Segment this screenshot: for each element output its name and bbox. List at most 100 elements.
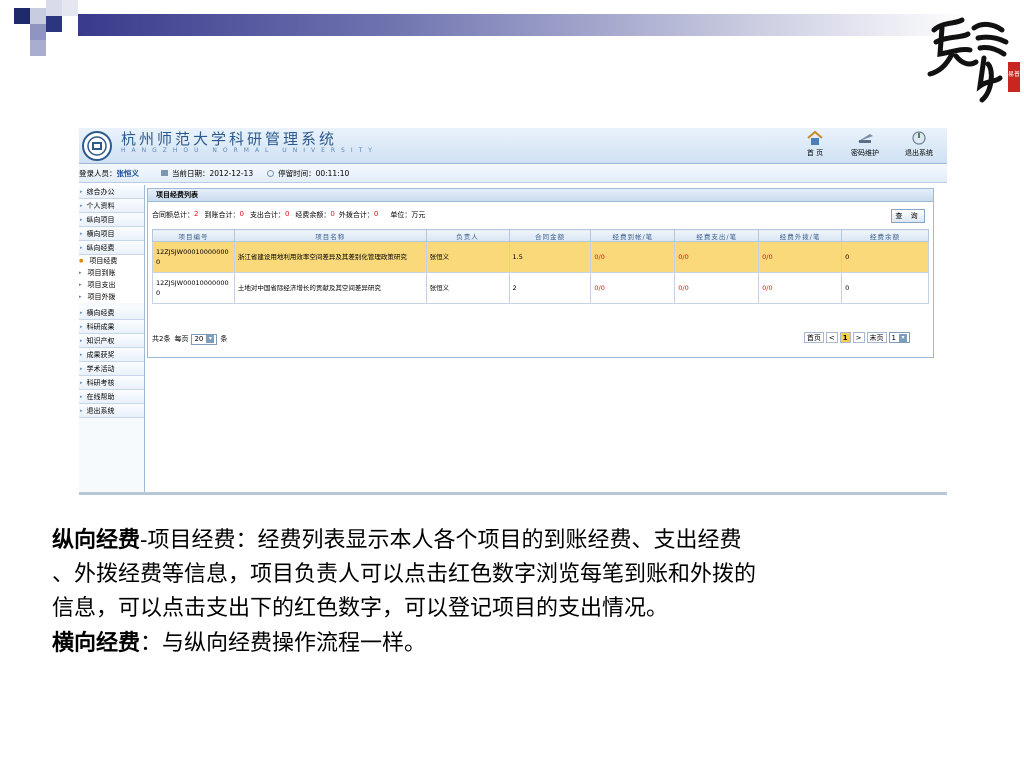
table-header-row: 项目编号 项目名称 负责人 合同金额 经费到帐/笔 经费支出/笔 经费外拨/笔 … (152, 229, 929, 242)
home-icon (807, 130, 823, 145)
sidebar-item[interactable]: 退出系统 (79, 404, 144, 418)
nav-password-label: 密码维护 (851, 149, 879, 157)
next-page-button[interactable]: > (852, 332, 865, 343)
info-bar: 登录人员： 张恒义 当前日期： 2012-12-13 停留时间： 00:11:1… (79, 164, 947, 183)
query-button[interactable]: 查 询 (891, 209, 925, 223)
bullet-icon: ● (79, 258, 84, 264)
pagination-bar: 共2条 每页 20 ▾ 条 首页 < 1 > 末页 1 ▾ (152, 332, 929, 346)
caption-text: ：与纵向经费操作流程一样。 (140, 631, 427, 656)
sidebar-item[interactable]: 横向经费 (79, 306, 144, 320)
sidebar-item[interactable]: 学术活动 (79, 362, 144, 376)
sidebar-item[interactable]: 科研成果 (79, 320, 144, 334)
system-title: 杭州师范大学科研管理系统 (121, 130, 338, 148)
sidebar-subitem[interactable]: ● 项目经费 (79, 255, 144, 267)
column-header: 合同金额 (508, 229, 592, 242)
sidebar-item[interactable]: 纵向项目 (79, 213, 144, 227)
sidebar-subitem-label: 项目支出 (87, 281, 116, 289)
nav-home[interactable]: 首 页 (806, 130, 824, 158)
sidebar-item[interactable]: 纵向经费 (79, 241, 144, 255)
funding-summary: 合同额总计： 2 到账合计： 0 支出合计： 0 经费余额： 0 外拨合计： 0… (152, 210, 425, 220)
project-id: 12ZJSJW000100000000 (152, 241, 235, 273)
total-count: 共2条 (152, 335, 171, 343)
calendar-icon (161, 170, 168, 176)
column-header: 经费支出/笔 (674, 229, 760, 242)
deco-square (46, 16, 62, 32)
project-leader: 张恒义 (425, 241, 510, 273)
page-select[interactable]: 1 ▾ (888, 332, 910, 343)
contract-label: 合同额总计： (152, 211, 194, 219)
out-link[interactable]: 0/0 (758, 241, 843, 273)
chevron-down-icon: ▾ (206, 335, 215, 343)
caption-line: 纵向经费-项目经费：经费列表显示本人各个项目的到账经费、支出经费 (52, 523, 972, 558)
stay-label: 停留时间： (278, 168, 316, 178)
nav-home-label: 首 页 (806, 149, 824, 157)
sidebar-subitem-label: 项目外拨 (87, 293, 116, 301)
page-select-value: 1 (891, 333, 896, 342)
current-page[interactable]: 1 (839, 332, 851, 343)
caption-bold-term: 纵向经费 (52, 527, 141, 553)
arrive-link[interactable]: 0/0 (590, 241, 676, 273)
sidebar-item[interactable]: 知识产权 (79, 334, 144, 348)
balance-label: 经费余额： (295, 211, 331, 219)
deco-square (30, 8, 46, 24)
stay-info: 停留时间： 00:11:10 (267, 168, 349, 179)
deco-square (30, 40, 46, 56)
table-row[interactable]: 12ZJSJW000100000000 土地对中国省际经济增长的贡献及其空间差异… (152, 272, 929, 304)
login-label: 登录人员： (79, 168, 117, 178)
date-info: 当前日期： 2012-12-13 (161, 168, 253, 179)
per-page-select[interactable]: 20 ▾ (191, 333, 218, 345)
sidebar-item[interactable]: 成果获奖 (79, 348, 144, 362)
page-controls: 首页 < 1 > 末页 1 ▾ (802, 332, 913, 343)
system-screenshot: 杭州师范大学科研管理系统 HANGZHOU NORMAL UNIVERSITY … (79, 128, 947, 495)
sidebar-subitem[interactable]: ▸ 项目到账 (79, 267, 144, 279)
caption-line: 信息，可以点击支出下的红色数字，可以登记项目的支出情况。 (52, 596, 669, 621)
project-name: 浙江省建设用地利用效率空间差异及其差别化管理政策研究 (233, 241, 427, 273)
exit-icon (912, 131, 926, 145)
out-link[interactable]: 0/0 (758, 272, 843, 304)
first-page-button[interactable]: 首页 (803, 332, 824, 343)
arrive-value: 0 (239, 210, 244, 218)
sidebar-item[interactable]: 个人资料 (79, 199, 144, 213)
last-page-button[interactable]: 末页 (866, 332, 887, 343)
sidebar-item[interactable]: 横向项目 (79, 227, 144, 241)
balance-value: 0 (330, 210, 335, 218)
sidebar-subitem[interactable]: ▸ 项目外拨 (79, 291, 144, 303)
sidebar-item[interactable]: 在线帮助 (79, 390, 144, 404)
project-name: 土地对中国省际经济增长的贡献及其空间差异研究 (233, 272, 427, 304)
per-page-unit: 条 (220, 335, 228, 343)
table-row[interactable]: 12ZJSJW000100000000 浙江省建设用地利用效率空间差异及其差别化… (152, 241, 929, 273)
spend-link[interactable]: 0/0 (674, 241, 760, 273)
nav-exit[interactable]: 退出系统 (905, 130, 933, 158)
sidebar-item[interactable]: 科研考核 (79, 376, 144, 390)
svg-text:易普: 易普 (1008, 70, 1020, 78)
password-icon (857, 134, 873, 143)
project-id: 12ZJSJW000100000000 (152, 272, 235, 304)
clock-icon (267, 169, 275, 177)
sidebar-subitem-label: 项目到账 (87, 269, 116, 277)
spend-link[interactable]: 0/0 (674, 272, 760, 304)
stay-value: 00:11:10 (315, 168, 350, 178)
sidebar-item[interactable]: 综合办公 (79, 185, 144, 199)
column-header: 负责人 (425, 229, 510, 242)
column-header: 项目名称 (233, 229, 427, 242)
sidebar-subitem[interactable]: ▸ 项目支出 (79, 279, 144, 291)
column-header: 经费外拨/笔 (758, 229, 843, 242)
prev-page-button[interactable]: < (825, 332, 838, 343)
per-page-label: 每页 (174, 335, 189, 343)
panel-title: 项目经费列表 (148, 189, 933, 202)
sidebar-subitem-label: 项目经费 (89, 257, 118, 265)
login-info: 登录人员： 张恒义 (79, 168, 139, 179)
caption-bold-term: 横向经费 (52, 630, 141, 656)
date-value: 2012-12-13 (209, 168, 254, 178)
funding-panel: 项目经费列表 合同额总计： 2 到账合计： 0 支出合计： 0 经费余额： 0 … (147, 188, 934, 358)
project-leader: 张恒义 (425, 272, 510, 304)
sidebar: 综合办公 个人资料 纵向项目 横向项目 纵向经费 ● 项目经费 ▸ 项目到账 ▸ 项目… (79, 185, 145, 492)
login-user: 张恒义 (116, 168, 140, 178)
title-gradient-bar (78, 14, 970, 36)
bullet-icon: ▸ (79, 270, 82, 276)
arrive-link[interactable]: 0/0 (590, 272, 676, 304)
nav-password[interactable]: 密码维护 (851, 130, 879, 158)
balance-cell: 0 (841, 272, 929, 304)
per-page-value: 20 (194, 335, 204, 343)
system-subtitle: HANGZHOU NORMAL UNIVERSITY (121, 147, 378, 154)
